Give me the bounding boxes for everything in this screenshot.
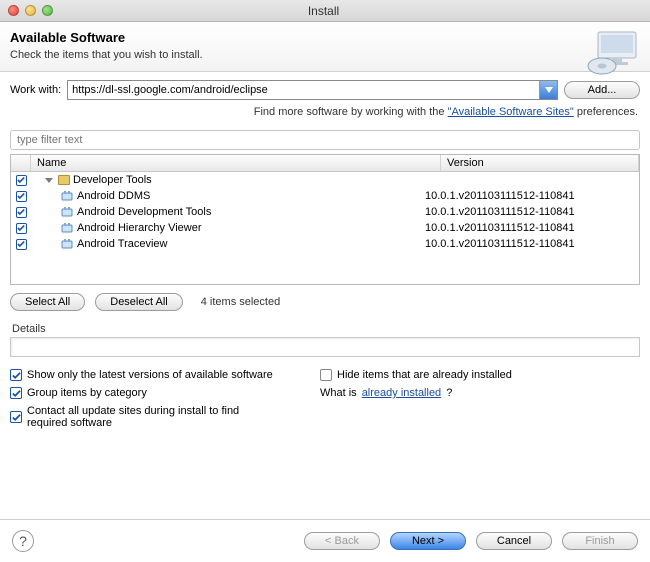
page-subtitle: Check the items that you wish to install… bbox=[10, 49, 560, 61]
deselect-all-button[interactable]: Deselect All bbox=[95, 293, 182, 311]
next-button[interactable]: Next > bbox=[390, 532, 466, 550]
checkbox-icon[interactable] bbox=[16, 207, 27, 218]
column-version[interactable]: Version bbox=[441, 155, 639, 171]
page-title: Available Software bbox=[10, 30, 560, 45]
item-version: 10.0.1.v201103111512-110841 bbox=[421, 190, 639, 202]
cancel-button[interactable]: Cancel bbox=[476, 532, 552, 550]
item-version: 10.0.1.v201103111512-110841 bbox=[421, 222, 639, 234]
work-with-input[interactable] bbox=[68, 81, 539, 99]
what-is-installed: What is already installed? bbox=[320, 387, 590, 399]
options: Show only the latest versions of availab… bbox=[0, 357, 650, 433]
close-window-icon[interactable] bbox=[8, 5, 19, 16]
opt-contact-sites[interactable]: Contact all update sites during install … bbox=[10, 405, 280, 429]
checkbox-icon[interactable] bbox=[10, 387, 22, 399]
plugin-icon bbox=[61, 222, 73, 234]
table-group-row[interactable]: Developer Tools bbox=[11, 172, 639, 188]
checkbox-icon[interactable] bbox=[16, 223, 27, 234]
help-icon[interactable]: ? bbox=[12, 530, 34, 552]
window-title: Install bbox=[53, 4, 650, 18]
install-banner-icon bbox=[584, 28, 640, 76]
chevron-down-icon[interactable] bbox=[539, 81, 557, 99]
checkbox-icon[interactable] bbox=[10, 369, 22, 381]
item-label: Android DDMS bbox=[77, 190, 150, 202]
filter-input[interactable] bbox=[17, 134, 633, 146]
work-with-label: Work with: bbox=[10, 84, 61, 96]
wizard-header: Available Software Check the items that … bbox=[0, 22, 650, 72]
plugin-icon bbox=[61, 190, 73, 202]
checkbox-icon[interactable] bbox=[16, 239, 27, 250]
item-label: Android Development Tools bbox=[77, 206, 211, 218]
table-row[interactable]: Android DDMS 10.0.1.v201103111512-110841 bbox=[11, 188, 639, 204]
item-label: Android Hierarchy Viewer bbox=[77, 222, 202, 234]
finish-button[interactable]: Finish bbox=[562, 532, 638, 550]
titlebar: Install bbox=[0, 0, 650, 22]
software-table: Name Version Developer Tools Android DDM… bbox=[10, 154, 640, 285]
zoom-window-icon[interactable] bbox=[42, 5, 53, 16]
selection-controls: Select All Deselect All 4 items selected bbox=[0, 285, 650, 319]
minimize-window-icon[interactable] bbox=[25, 5, 36, 16]
opt-group-by-category[interactable]: Group items by category bbox=[10, 387, 280, 399]
folder-icon bbox=[58, 175, 70, 185]
already-installed-link[interactable]: already installed bbox=[362, 387, 442, 399]
plugin-icon bbox=[61, 238, 73, 250]
opt-show-latest[interactable]: Show only the latest versions of availab… bbox=[10, 369, 280, 381]
checkbox-icon[interactable] bbox=[10, 411, 22, 423]
item-version: 10.0.1.v201103111512-110841 bbox=[421, 238, 639, 250]
table-row[interactable]: Android Hierarchy Viewer 10.0.1.v2011031… bbox=[11, 220, 639, 236]
column-name[interactable]: Name bbox=[31, 155, 441, 171]
work-with-row: Work with: Add... bbox=[0, 72, 650, 104]
work-with-combo[interactable] bbox=[67, 80, 558, 100]
select-all-button[interactable]: Select All bbox=[10, 293, 85, 311]
checkbox-icon[interactable] bbox=[16, 191, 27, 202]
details-textarea[interactable] bbox=[10, 337, 640, 357]
table-row[interactable]: Android Traceview 10.0.1.v201103111512-1… bbox=[11, 236, 639, 252]
checkbox-icon[interactable] bbox=[320, 369, 332, 381]
opt-hide-installed[interactable]: Hide items that are already installed bbox=[320, 369, 590, 381]
add-site-button[interactable]: Add... bbox=[564, 81, 640, 99]
wizard-footer: ? < Back Next > Cancel Finish bbox=[0, 519, 650, 562]
disclosure-triangle-icon[interactable] bbox=[45, 178, 53, 183]
item-version: 10.0.1.v201103111512-110841 bbox=[421, 206, 639, 218]
filter-box[interactable] bbox=[10, 130, 640, 150]
sites-hint: Find more software by working with the "… bbox=[0, 104, 650, 126]
checkbox-icon[interactable] bbox=[16, 175, 27, 186]
available-sites-link[interactable]: "Available Software Sites" bbox=[448, 106, 574, 118]
item-label: Android Traceview bbox=[77, 238, 168, 250]
plugin-icon bbox=[61, 206, 73, 218]
back-button[interactable]: < Back bbox=[304, 532, 380, 550]
selection-count: 4 items selected bbox=[201, 296, 280, 308]
details-label: Details bbox=[0, 319, 650, 337]
table-row[interactable]: Android Development Tools 10.0.1.v201103… bbox=[11, 204, 639, 220]
group-label: Developer Tools bbox=[73, 174, 152, 186]
